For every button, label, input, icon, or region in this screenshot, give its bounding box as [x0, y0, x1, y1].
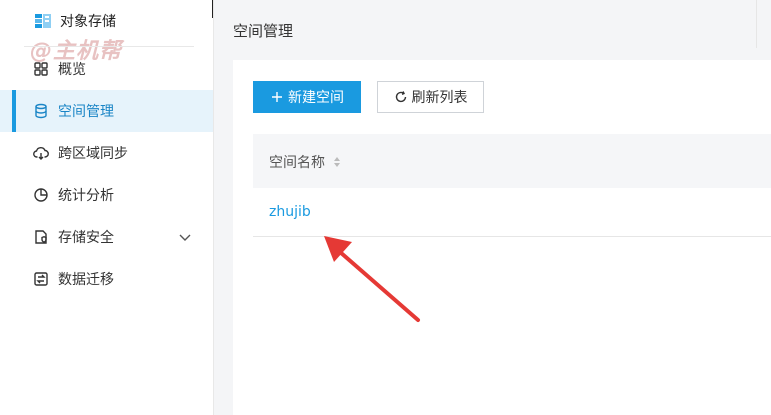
column-header-label: 空间名称: [269, 155, 325, 171]
sidebar-item-data-migration[interactable]: 数据迁移: [0, 258, 213, 300]
space-name-link[interactable]: zhujib: [269, 204, 311, 220]
window-edge: [212, 0, 213, 18]
pie-chart-icon: [34, 188, 48, 202]
sidebar-item-storage-security[interactable]: 存储安全: [0, 216, 213, 258]
sidebar-item-label: 概览: [58, 62, 86, 78]
storage-logo-icon: [35, 14, 51, 28]
sidebar-item-label: 统计分析: [58, 188, 114, 204]
sidebar-nav: 概览 空间管理 跨区域同步 统计分析 存储安全 数据迁移: [0, 48, 213, 300]
chevron-down-icon[interactable]: [177, 229, 193, 245]
refresh-list-button[interactable]: 刷新列表: [377, 81, 484, 113]
refresh-list-label: 刷新列表: [411, 90, 468, 106]
table-header: 空间名称: [253, 134, 771, 188]
migrate-icon: [34, 272, 48, 286]
sidebar-item-label: 存储安全: [58, 230, 114, 246]
grid-icon: [34, 62, 48, 76]
sidebar: 对象存储 @主机帮 概览 空间管理 跨区域同步 统计分析 存储安全 数据迁移: [0, 0, 214, 415]
annotation-arrow-icon: [324, 236, 420, 322]
cloud-sync-icon: [33, 147, 49, 160]
sidebar-item-space-management[interactable]: 空间管理: [0, 90, 213, 132]
create-space-button[interactable]: 新建空间: [253, 81, 361, 113]
sidebar-item-label: 数据迁移: [58, 272, 114, 288]
sidebar-item-cross-region-sync[interactable]: 跨区域同步: [0, 132, 213, 174]
sidebar-item-label: 空间管理: [58, 104, 114, 120]
plus-icon: [272, 92, 282, 102]
sidebar-item-label: 跨区域同步: [58, 146, 128, 162]
shield-file-icon: [35, 230, 47, 244]
database-icon: [35, 103, 47, 119]
refresh-icon: [395, 91, 406, 103]
sidebar-item-overview[interactable]: 概览: [0, 48, 213, 90]
product-brand[interactable]: 对象存储: [34, 10, 116, 32]
sidebar-item-statistics[interactable]: 统计分析: [0, 174, 213, 216]
brand-divider: [24, 46, 194, 47]
column-header-space-name[interactable]: 空间名称: [269, 152, 341, 172]
brand-label: 对象存储: [60, 14, 116, 30]
page-title: 空间管理: [233, 22, 294, 40]
sort-icon[interactable]: [333, 156, 341, 168]
create-space-label: 新建空间: [288, 90, 344, 106]
header-divider: [756, 0, 757, 48]
